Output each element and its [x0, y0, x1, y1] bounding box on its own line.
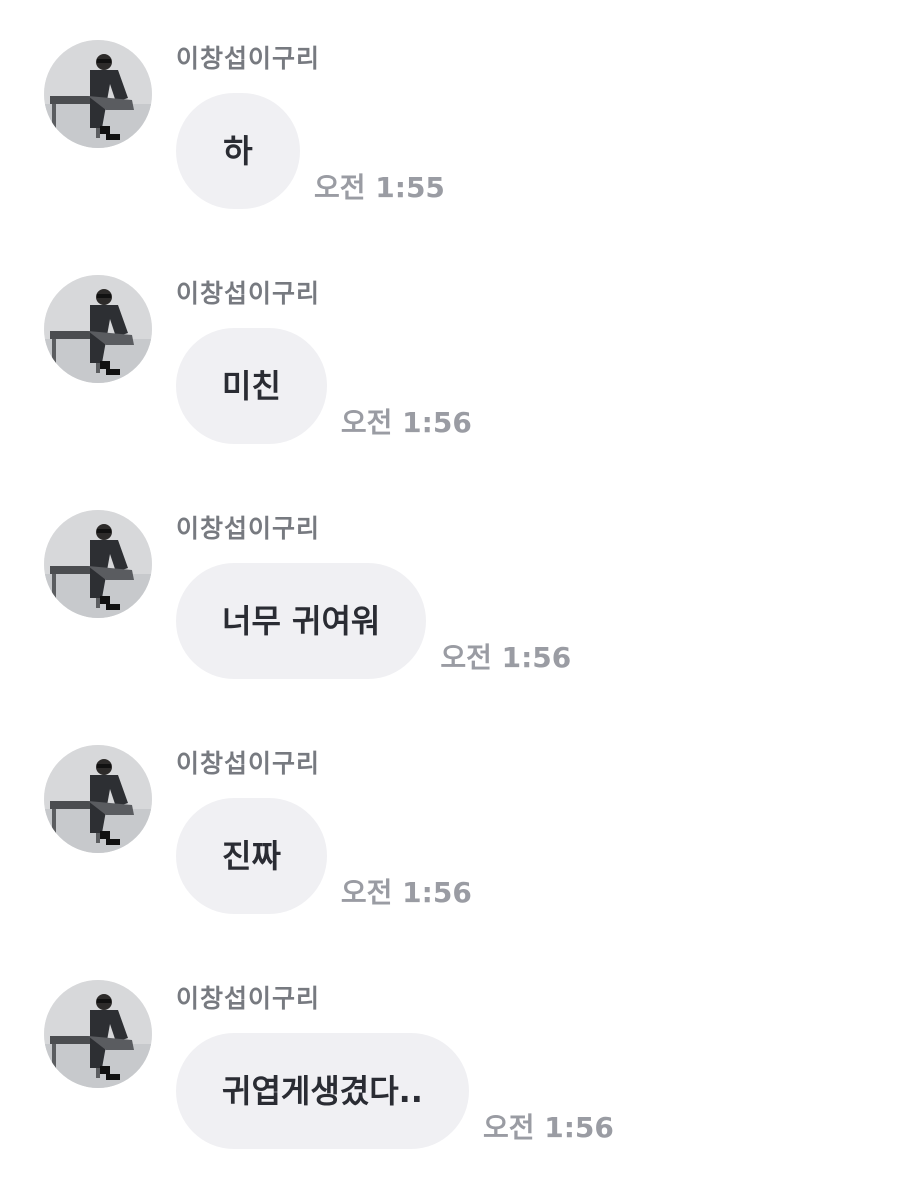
message-row: 이창섭이구리 귀엽게생겼다.. 오전 1:56: [0, 940, 909, 1149]
message-bubble[interactable]: 너무 귀여워: [176, 563, 427, 679]
profile-photo-icon: [44, 40, 152, 148]
profile-photo-icon: [44, 745, 152, 853]
message-content: 하 오전 1:55: [176, 93, 445, 209]
message-text: 귀엽게생겼다..: [222, 1072, 423, 1110]
avatar[interactable]: [44, 980, 152, 1088]
message-row: 이창섭이구리 하 오전 1:55: [0, 0, 909, 209]
avatar[interactable]: [44, 510, 152, 618]
message-content: 미친 오전 1:56: [176, 328, 472, 444]
message-text: 미친: [222, 367, 281, 405]
timestamp: 오전 1:55: [314, 171, 445, 204]
message-bubble[interactable]: 진짜: [176, 798, 327, 914]
message-text: 너무 귀여워: [222, 602, 381, 640]
sender-name: 이창섭이구리: [176, 984, 321, 1013]
sender-name: 이창섭이구리: [176, 514, 321, 543]
timestamp: 오전 1:56: [440, 641, 572, 674]
message-bubble[interactable]: 하: [176, 93, 300, 209]
profile-photo-icon: [44, 980, 152, 1088]
profile-photo-icon: [44, 510, 152, 618]
message-text: 하: [223, 132, 253, 170]
message-text: 진짜: [222, 837, 281, 875]
profile-photo-icon: [44, 275, 152, 383]
message-row: 이창섭이구리 미친 오전 1:56: [0, 235, 909, 444]
timestamp: 오전 1:56: [340, 406, 472, 439]
message-row: 이창섭이구리 너무 귀여워 오전 1:56: [0, 470, 909, 679]
message-content: 너무 귀여워 오전 1:56: [176, 563, 571, 679]
timestamp: 오전 1:56: [340, 876, 472, 909]
message-row: 이창섭이구리 진짜 오전 1:56: [0, 705, 909, 914]
avatar[interactable]: [44, 275, 152, 383]
sender-name: 이창섭이구리: [176, 44, 321, 73]
message-content: 진짜 오전 1:56: [176, 798, 472, 914]
sender-name: 이창섭이구리: [176, 749, 321, 778]
timestamp: 오전 1:56: [482, 1111, 614, 1144]
avatar[interactable]: [44, 745, 152, 853]
message-content: 귀엽게생겼다.. 오전 1:56: [176, 1033, 614, 1149]
chat-thread: 이창섭이구리 하 오전 1:55 이창섭이구리 미친 오전 1:56 이창섭이구…: [0, 0, 909, 1200]
avatar[interactable]: [44, 40, 152, 148]
message-bubble[interactable]: 귀엽게생겼다..: [176, 1033, 469, 1149]
message-bubble[interactable]: 미친: [176, 328, 327, 444]
sender-name: 이창섭이구리: [176, 279, 321, 308]
